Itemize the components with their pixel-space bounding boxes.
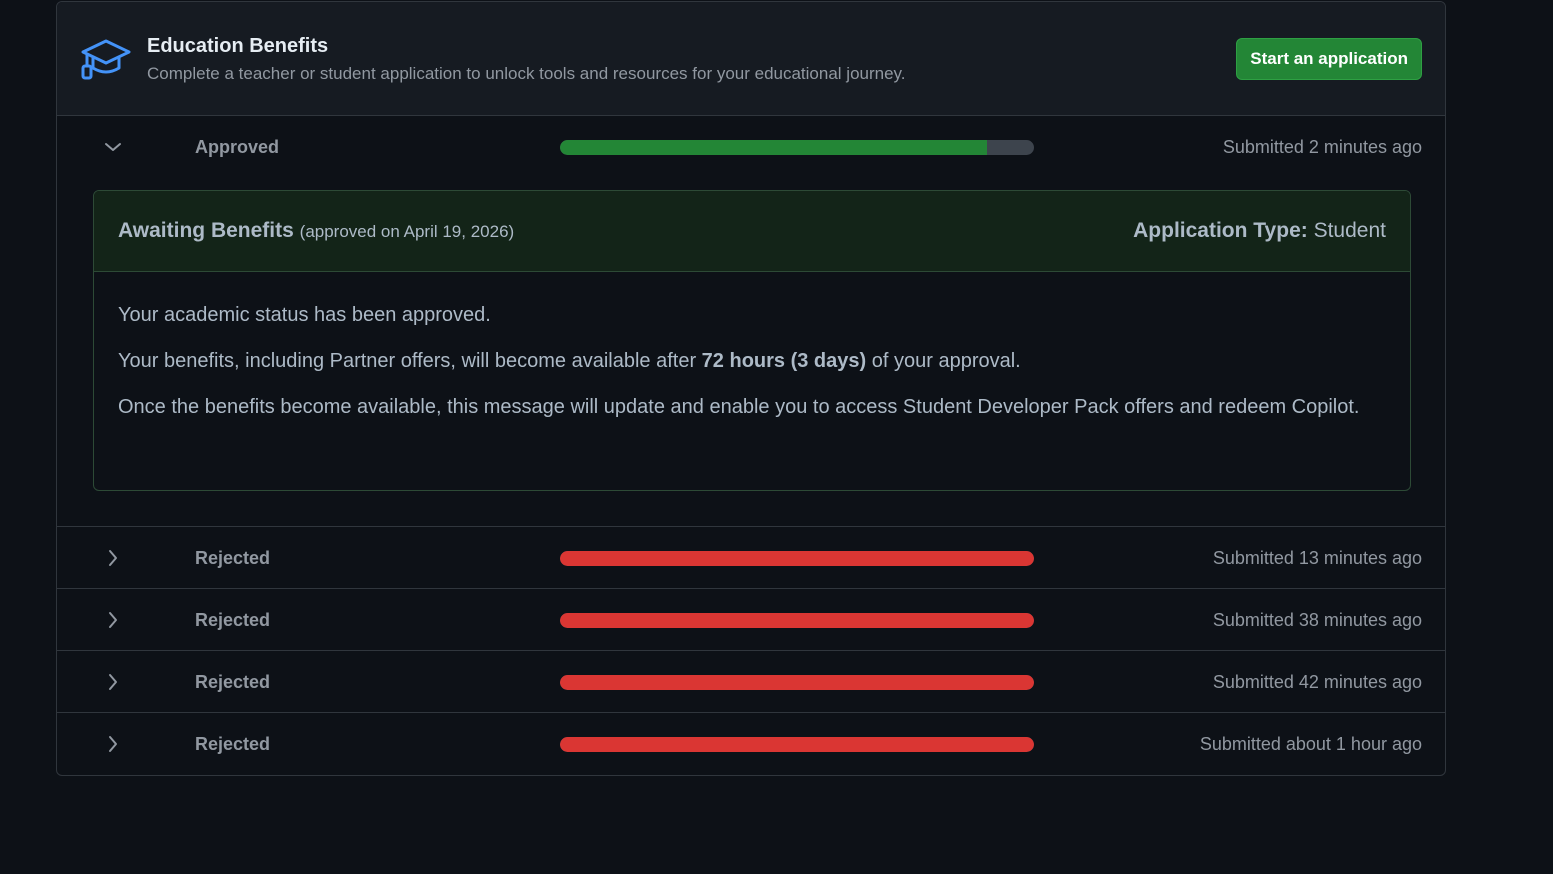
progress-fill bbox=[560, 737, 1034, 752]
progress-fill bbox=[560, 613, 1034, 628]
detail-title: Awaiting Benefits (approved on April 19,… bbox=[118, 219, 514, 243]
progress-bar bbox=[560, 613, 1034, 628]
application-row[interactable]: Rejected Submitted 42 minutes ago bbox=[57, 650, 1445, 712]
detail-body: Your academic status has been approved. … bbox=[94, 272, 1410, 423]
chevron-right-icon[interactable] bbox=[103, 672, 123, 692]
progress-bar bbox=[560, 140, 1034, 155]
progress-fill bbox=[560, 675, 1034, 690]
detail-line-1: Your academic status has been approved. bbox=[118, 304, 491, 326]
application-row[interactable]: Rejected Submitted 13 minutes ago bbox=[57, 526, 1445, 588]
submitted-time: Submitted 38 minutes ago bbox=[1212, 610, 1422, 630]
progress-bar bbox=[560, 551, 1034, 566]
chevron-right-icon[interactable] bbox=[103, 610, 123, 630]
page-title: Education Benefits bbox=[147, 35, 329, 57]
chevron-down-icon[interactable] bbox=[103, 137, 123, 157]
detail-line-3: Once the benefits become available, this… bbox=[118, 396, 1360, 418]
education-benefits-card: Education Benefits Complete a teacher or… bbox=[56, 1, 1446, 776]
application-status: Rejected bbox=[195, 610, 271, 630]
detail-line-2: Your benefits, including Partner offers,… bbox=[118, 350, 1021, 372]
progress-bar bbox=[560, 737, 1034, 752]
application-status: Rejected bbox=[195, 672, 271, 692]
application-row-approved: Approved Submitted 2 minutes ago Awaitin… bbox=[57, 116, 1445, 526]
page-subtitle: Complete a teacher or student applicatio… bbox=[147, 64, 906, 83]
application-type-label: Application Type: bbox=[1133, 219, 1308, 242]
progress-fill bbox=[560, 551, 1034, 566]
submitted-time: Submitted 2 minutes ago bbox=[1222, 137, 1422, 157]
chevron-right-icon[interactable] bbox=[103, 548, 123, 568]
application-type: Application Type: Student bbox=[1133, 219, 1386, 243]
awaiting-benefits-label: Awaiting Benefits bbox=[118, 219, 294, 242]
submitted-time: Submitted 42 minutes ago bbox=[1212, 672, 1422, 692]
submitted-time: Submitted 13 minutes ago bbox=[1212, 548, 1422, 568]
approved-date: (approved on April 19, 2026) bbox=[299, 222, 515, 241]
detail-header: Awaiting Benefits (approved on April 19,… bbox=[94, 191, 1410, 272]
application-type-value: Student bbox=[1313, 219, 1386, 242]
graduation-cap-icon bbox=[81, 39, 131, 80]
application-status: Rejected bbox=[195, 734, 271, 754]
submitted-time: Submitted about 1 hour ago bbox=[1199, 734, 1422, 754]
application-status: Rejected bbox=[195, 548, 271, 568]
progress-bar bbox=[560, 675, 1034, 690]
application-row[interactable]: Rejected Submitted about 1 hour ago bbox=[57, 712, 1445, 774]
start-application-button[interactable]: Start an application bbox=[1236, 38, 1422, 80]
application-detail-panel: Awaiting Benefits (approved on April 19,… bbox=[93, 190, 1411, 491]
progress-fill bbox=[560, 140, 987, 155]
application-status: Approved bbox=[195, 137, 280, 157]
card-header: Education Benefits Complete a teacher or… bbox=[57, 2, 1445, 116]
chevron-right-icon[interactable] bbox=[103, 734, 123, 754]
application-row[interactable]: Rejected Submitted 38 minutes ago bbox=[57, 588, 1445, 650]
